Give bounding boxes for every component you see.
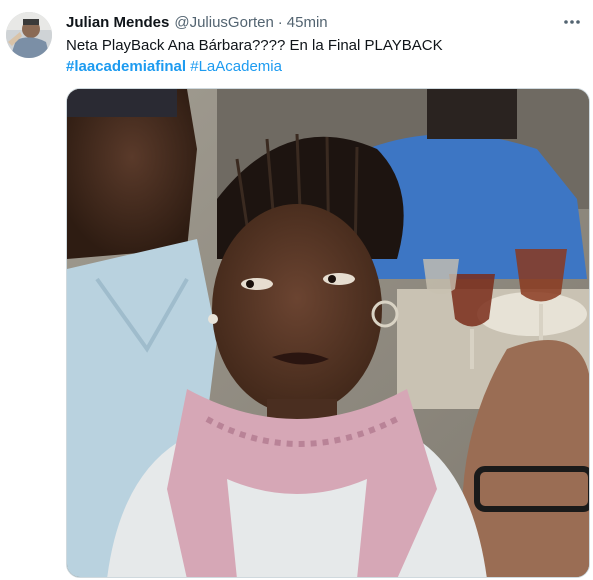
tweet-header: Julian Mendes @JuliusGorten · 45min — [66, 12, 543, 32]
tweet-media[interactable] — [66, 88, 590, 578]
author-handle[interactable]: @JuliusGorten — [174, 14, 273, 31]
tweet-text: Neta PlayBack Ana Bárbara???? En la Fina… — [66, 37, 443, 54]
tweet-timestamp[interactable]: 45min — [287, 14, 328, 31]
avatar[interactable] — [6, 12, 52, 58]
more-options-button[interactable] — [561, 12, 583, 32]
tweet[interactable]: Julian Mendes @JuliusGorten · 45min Neta… — [0, 0, 593, 580]
hashtag-link[interactable]: #laacademiafinal — [66, 58, 186, 75]
more-horizontal-icon — [564, 20, 580, 24]
author-display-name[interactable]: Julian Mendes — [66, 14, 169, 31]
tweet-photo — [67, 89, 589, 577]
header-separator: · — [277, 13, 283, 31]
tweet-hashtags: #laacademiafinal #LaAcademia — [66, 56, 577, 77]
avatar-image — [6, 12, 52, 58]
hashtag-link[interactable]: #LaAcademia — [190, 58, 282, 75]
